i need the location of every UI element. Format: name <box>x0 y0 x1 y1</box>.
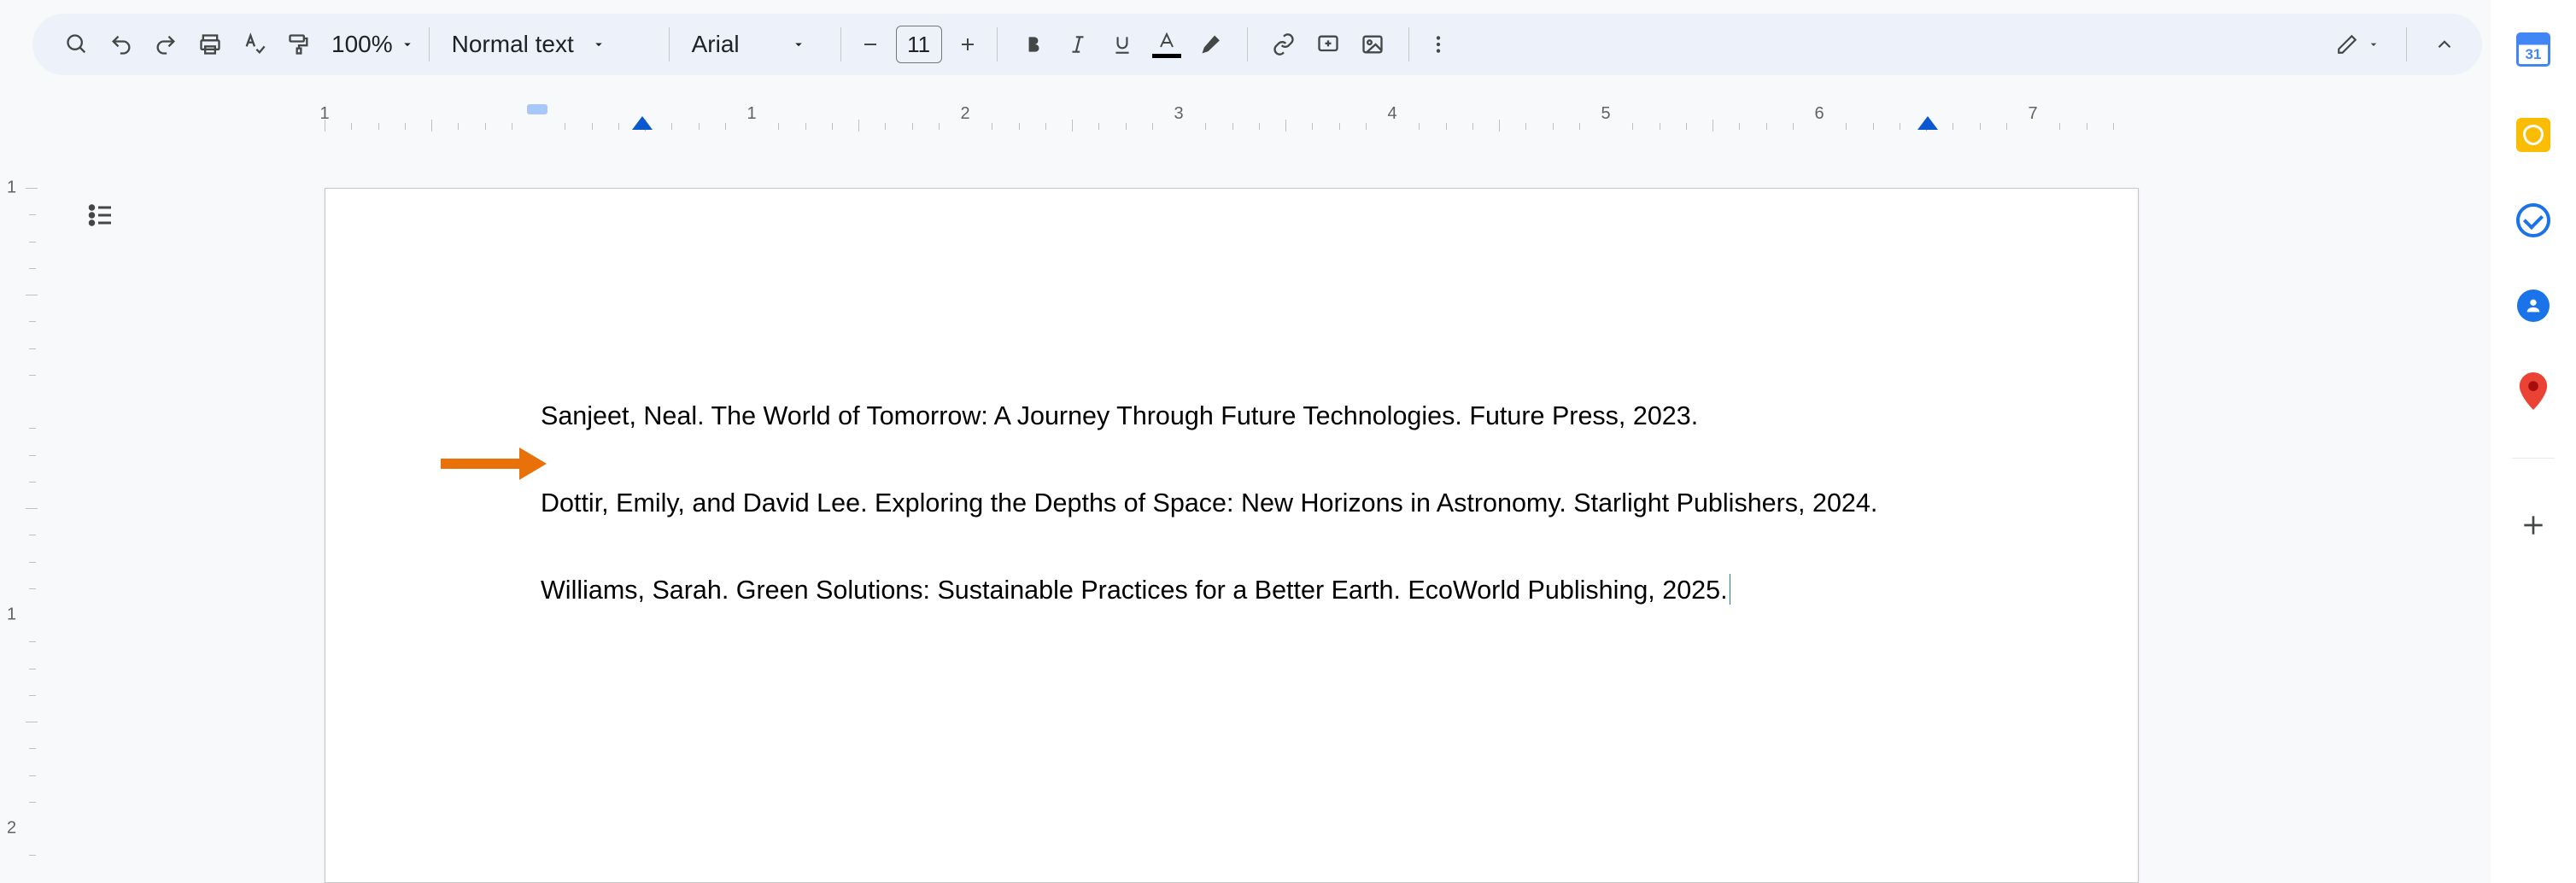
more-options-button[interactable] <box>1418 24 1459 65</box>
left-indent-marker[interactable] <box>632 116 653 130</box>
decrease-font-size-button[interactable] <box>850 24 891 65</box>
keep-button[interactable] <box>2515 116 2552 154</box>
text-color-swatch <box>1152 54 1181 58</box>
bibliography-entry[interactable]: Sanjeet, Neal. The World of Tomorrow: A … <box>541 394 1923 438</box>
keep-icon <box>2516 118 2550 152</box>
ruler-number: 1 <box>746 104 756 124</box>
image-icon <box>1361 32 1385 56</box>
calendar-button[interactable]: 31 <box>2515 31 2552 68</box>
document-outline-button[interactable] <box>80 195 121 236</box>
editing-mode-button[interactable] <box>2327 24 2389 65</box>
ruler-number: 2 <box>7 819 16 839</box>
more-vertical-icon <box>1427 33 1449 56</box>
underline-icon <box>1111 33 1133 56</box>
print-icon <box>198 32 222 56</box>
bibliography-entry[interactable]: Dottir, Emily, and David Lee. Exploring … <box>541 481 1923 525</box>
search-icon <box>65 32 89 56</box>
paragraph-style-dropdown[interactable]: Normal text <box>438 31 660 58</box>
horizontal-ruler[interactable]: 1 1 2 3 4 5 6 7 <box>0 99 2482 133</box>
collapse-toolbar-button[interactable] <box>2424 24 2465 65</box>
side-panel: 31 <box>2491 0 2576 883</box>
italic-button[interactable] <box>1057 24 1098 65</box>
spellcheck-button[interactable] <box>234 24 275 65</box>
caret-down-icon <box>2367 38 2380 51</box>
ruler-number: 7 <box>2028 104 2037 124</box>
divider <box>1247 27 1248 61</box>
ruler-number: 2 <box>960 104 969 124</box>
divider <box>2406 27 2407 61</box>
divider <box>669 27 670 61</box>
highlighter-icon <box>1199 32 1223 56</box>
font-family-dropdown[interactable]: Arial <box>678 31 832 58</box>
divider <box>840 27 841 61</box>
calendar-icon: 31 <box>2516 32 2550 67</box>
maps-icon <box>2518 372 2549 410</box>
document-page[interactable]: Sanjeet, Neal. The World of Tomorrow: A … <box>325 188 2139 883</box>
chevron-up-icon <box>2433 33 2456 56</box>
right-indent-marker[interactable] <box>1917 116 1938 130</box>
ruler-number: 6 <box>1814 104 1824 124</box>
redo-icon <box>154 32 178 56</box>
contacts-icon <box>2517 289 2550 322</box>
italic-icon <box>1067 33 1089 56</box>
caret-down-icon <box>591 37 606 52</box>
redo-button[interactable] <box>145 24 186 65</box>
paint-format-button[interactable] <box>278 24 319 65</box>
divider <box>429 27 430 61</box>
ruler-number: 1 <box>7 178 16 198</box>
bold-button[interactable] <box>1013 24 1054 65</box>
underline-button[interactable] <box>1102 24 1143 65</box>
paint-roller-icon <box>287 32 311 56</box>
insert-link-button[interactable] <box>1263 24 1304 65</box>
first-line-indent-marker[interactable] <box>527 104 547 114</box>
ruler-number: 1 <box>7 605 16 625</box>
highlight-color-button[interactable] <box>1191 24 1232 65</box>
undo-button[interactable] <box>101 24 142 65</box>
side-panel-divider <box>2512 458 2555 459</box>
ruler-number: 3 <box>1174 104 1183 124</box>
annotation-arrow <box>441 447 552 478</box>
page-content[interactable]: Sanjeet, Neal. The World of Tomorrow: A … <box>325 189 2138 612</box>
zoom-dropdown[interactable]: 100% <box>326 31 420 58</box>
divider <box>1408 27 1409 61</box>
comment-plus-icon <box>1316 32 1340 56</box>
bibliography-entry[interactable]: Williams, Sarah. Green Solutions: Sustai… <box>541 568 1923 612</box>
plus-icon <box>2520 512 2547 539</box>
spellcheck-icon <box>243 32 266 56</box>
outline-icon <box>85 200 116 231</box>
ruler-number: 5 <box>1601 104 1610 124</box>
increase-font-size-button[interactable] <box>947 24 988 65</box>
font-size-input[interactable] <box>896 26 942 63</box>
get-addons-button[interactable] <box>2515 506 2552 544</box>
contacts-button[interactable] <box>2515 287 2552 325</box>
pencil-icon <box>2336 33 2358 56</box>
text-color-button[interactable] <box>1146 24 1187 65</box>
print-button[interactable] <box>190 24 231 65</box>
ruler-number: 4 <box>1387 104 1396 124</box>
divider <box>997 27 998 61</box>
add-comment-button[interactable] <box>1308 24 1349 65</box>
tasks-button[interactable] <box>2515 202 2552 239</box>
maps-button[interactable] <box>2515 372 2552 410</box>
search-button[interactable] <box>56 24 97 65</box>
paragraph-style-value: Normal text <box>452 31 574 58</box>
link-icon <box>1272 32 1296 56</box>
vertical-ruler[interactable]: 1 1 2 <box>0 188 41 883</box>
caret-down-icon <box>791 37 806 52</box>
plus-icon <box>957 34 978 55</box>
tasks-icon <box>2516 203 2550 237</box>
bold-icon <box>1022 33 1045 56</box>
font-family-value: Arial <box>692 31 740 58</box>
insert-image-button[interactable] <box>1352 24 1393 65</box>
text-color-icon <box>1156 32 1177 50</box>
entry-text: Williams, Sarah. Green Solutions: Sustai… <box>541 576 1728 605</box>
minus-icon <box>860 34 881 55</box>
toolbar: 100% Normal text Arial <box>32 14 2482 75</box>
undo-icon <box>109 32 133 56</box>
caret-down-icon <box>400 37 415 52</box>
zoom-value: 100% <box>331 31 393 58</box>
